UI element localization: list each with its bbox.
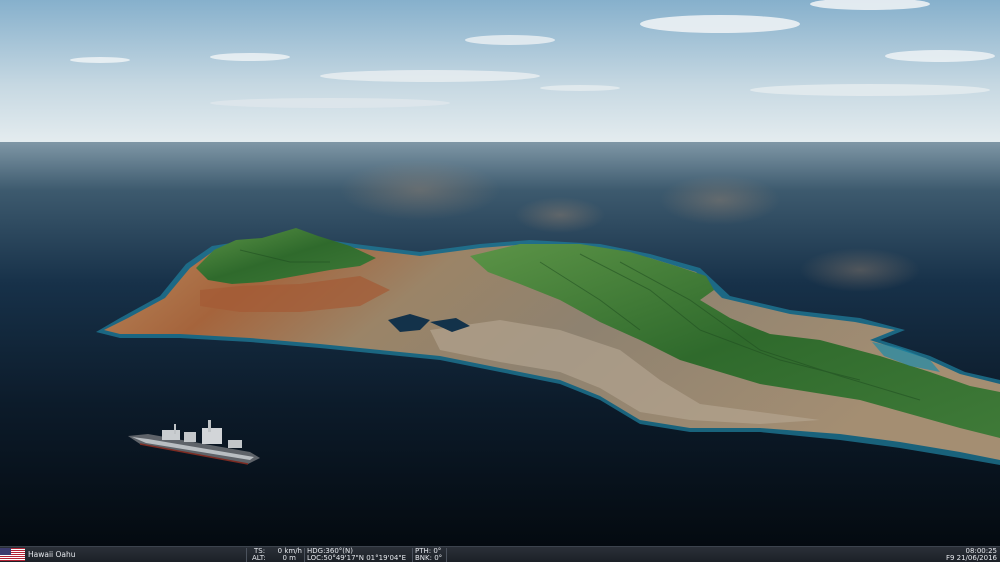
alt-label: ALT: xyxy=(252,554,266,562)
bank-readout: BNK: 0° xyxy=(415,554,443,562)
status-bar: Hawaii Oahu TS: 0 km/h ALT: 0 m HDG:360°… xyxy=(0,546,1000,562)
separator xyxy=(246,548,247,562)
location-coordinates: LOC:50°49'17"N 01°19'04"E xyxy=(307,554,407,562)
alt-value: 0 m xyxy=(282,554,297,562)
sky xyxy=(0,0,1000,142)
scene-viewport[interactable] xyxy=(0,0,1000,546)
separator xyxy=(446,548,447,562)
separator xyxy=(304,548,305,562)
us-flag-icon xyxy=(0,548,25,561)
location-name: Hawaii Oahu xyxy=(28,550,76,559)
clock-date: F9 21/06/2016 xyxy=(945,554,997,562)
separator xyxy=(412,548,413,562)
